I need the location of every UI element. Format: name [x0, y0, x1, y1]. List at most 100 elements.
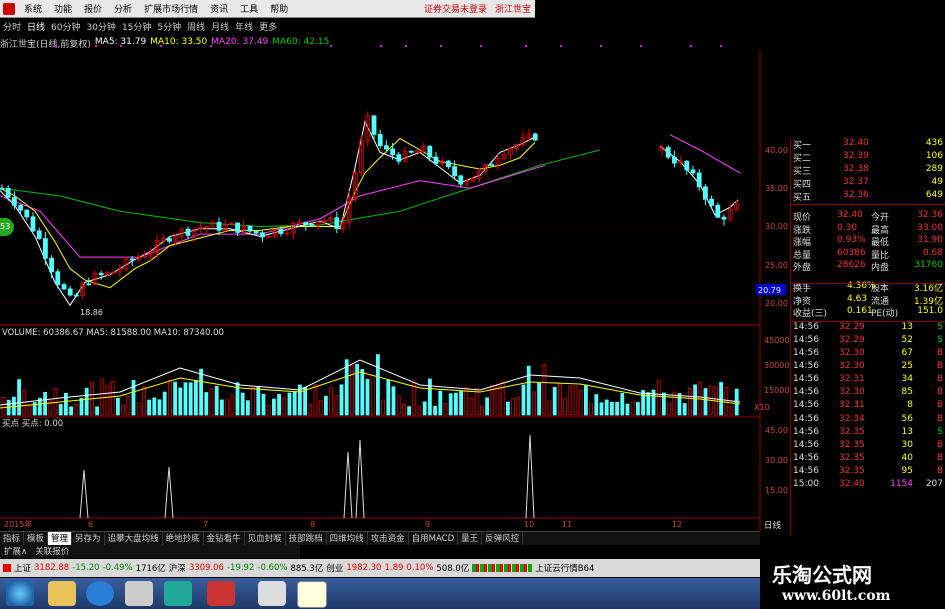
- stat-label-2: 量比: [871, 250, 890, 261]
- candle-body: [11, 196, 17, 206]
- finance-label: 收益(三): [793, 309, 828, 320]
- volume-bar: [401, 403, 406, 416]
- tick-bs-flag: S: [937, 321, 943, 332]
- buy-level-label: 买四: [793, 180, 812, 190]
- stock-app-taskbar-icon[interactable]: [297, 581, 327, 608]
- indicator-tab-1[interactable]: 模板: [24, 532, 49, 545]
- volume-bar: [204, 392, 209, 416]
- volume-bar: [230, 394, 235, 416]
- indicator-tab-11[interactable]: 自用MACD: [409, 532, 459, 545]
- volume-bar: [604, 399, 609, 416]
- indicator-tab-7[interactable]: 见血封喉: [245, 532, 286, 545]
- sh-index-pct: -0.49%: [102, 563, 133, 573]
- volume-bar: [464, 387, 469, 416]
- indicator-tab-10[interactable]: 攻击资金: [368, 532, 409, 545]
- kline-chart[interactable]: 40.00 35.00 30.00 25.00 20.00 20.79 18.8…: [0, 0, 790, 531]
- volume-bar: [417, 406, 422, 416]
- volume-bar: [474, 387, 479, 416]
- indicator-tab-4[interactable]: 追攀大盘均线: [105, 532, 163, 545]
- app-icon-2[interactable]: [207, 581, 235, 606]
- tick-volume: 56: [901, 413, 913, 424]
- buy-signal-spike: [525, 434, 535, 519]
- sh-index-change: -15.20: [72, 563, 100, 573]
- candle-body: [532, 133, 538, 141]
- stat-value-2: 32.36: [917, 210, 943, 220]
- buy-level-volume: 49: [931, 177, 943, 187]
- volume-bar: [349, 365, 354, 416]
- indicator-tab-8[interactable]: 技部跳档: [286, 532, 327, 545]
- volume-bar: [516, 397, 521, 416]
- price-axis-label-30: 30.00: [765, 222, 788, 231]
- candle-body: [49, 257, 54, 273]
- volume-bar: [594, 394, 599, 416]
- watermark-title: 乐淘公式网: [772, 563, 872, 587]
- volume-bar: [584, 384, 588, 416]
- volume-bar: [511, 398, 516, 416]
- candle-body: [715, 204, 721, 218]
- candle-body: [61, 284, 67, 290]
- candle-body: [396, 154, 402, 162]
- stat-value: 0.30: [837, 222, 858, 233]
- indicator-tab-13[interactable]: 反弹风控: [482, 532, 524, 545]
- volume-bar: [339, 384, 344, 416]
- home-icon[interactable]: [258, 581, 286, 606]
- tick-volume: 52: [901, 334, 913, 345]
- indicator-tab-9[interactable]: 四维均线: [327, 532, 368, 545]
- volume-bar: [620, 392, 625, 416]
- sh-index-amount: 1716亿: [135, 564, 166, 574]
- app-icon-1[interactable]: [164, 581, 192, 606]
- indicator-tab-12[interactable]: 量王: [458, 532, 483, 545]
- date-axis-8: 8: [310, 520, 315, 529]
- volume-bar: [261, 393, 266, 416]
- tick-row: 14:56 32.29 13 S: [791, 322, 945, 335]
- indicator-tab-3[interactable]: 另存为: [72, 532, 105, 545]
- cloud-quote-label[interactable]: 上证云行情B64: [535, 562, 594, 574]
- file-explorer-icon[interactable]: [48, 581, 76, 606]
- volume-bar: [453, 392, 458, 416]
- tick-time: 14:56: [793, 387, 819, 398]
- tab-related-quote[interactable]: 关联报价: [31, 545, 73, 558]
- start-button-icon[interactable]: [6, 581, 34, 606]
- indicator-tab-5[interactable]: 绝地抄底: [163, 532, 204, 545]
- volume-bar: [479, 406, 484, 416]
- volume-bar: [537, 382, 541, 416]
- cy-index-name[interactable]: 创业: [326, 562, 343, 574]
- candle-body: [452, 166, 458, 177]
- tick-bs-flag: B: [936, 361, 943, 372]
- candle-body: [67, 288, 73, 296]
- tab-extend[interactable]: 扩展∧: [0, 545, 31, 558]
- volume-bar: [729, 406, 734, 416]
- tick-row: 14:56 32.34 56 B: [791, 414, 945, 427]
- volume-bar: [126, 396, 131, 416]
- sh-index-name[interactable]: 上证: [14, 562, 31, 574]
- volume-bar: [167, 380, 172, 416]
- volume-bar: [563, 398, 567, 416]
- tick-volume: 85: [901, 387, 913, 398]
- price-axis-label-35: 35.00: [765, 184, 788, 193]
- event-marker: [720, 45, 722, 47]
- finance-row: 收益(三) 0.161 PE(动) 151.0: [791, 306, 945, 319]
- media-player-icon[interactable]: [125, 581, 153, 606]
- tick-time: 14:56: [793, 321, 819, 332]
- volume-bar: [625, 403, 630, 416]
- market-breadth-bar: [472, 564, 533, 572]
- buy-signal-spike: [164, 466, 174, 519]
- tick-row: 15:00 32.40 1154 207: [791, 479, 945, 492]
- tick-row: 14:56 32.31 8 B: [791, 400, 945, 413]
- candle-body: [703, 186, 708, 200]
- indicator-tab-2[interactable]: 管理: [48, 532, 73, 545]
- buy-level-price: 32.39: [843, 151, 869, 161]
- volume-bar: [136, 402, 141, 416]
- event-marker: [95, 45, 97, 47]
- candle-body: [98, 273, 104, 276]
- tick-time: 14:56: [793, 334, 819, 345]
- hs-index-name[interactable]: 沪深: [169, 562, 186, 574]
- volume-axis-45000: 45000: [764, 336, 789, 345]
- status-indicator-icon: [3, 564, 11, 572]
- indicator-tab-0[interactable]: 指标: [0, 532, 25, 545]
- volume-bar: [79, 398, 84, 416]
- internet-explorer-icon[interactable]: [86, 581, 114, 606]
- stat-label: 涨幅: [793, 238, 812, 249]
- indicator-tab-6[interactable]: 金钻看牛: [204, 532, 245, 545]
- candle-body: [129, 258, 135, 261]
